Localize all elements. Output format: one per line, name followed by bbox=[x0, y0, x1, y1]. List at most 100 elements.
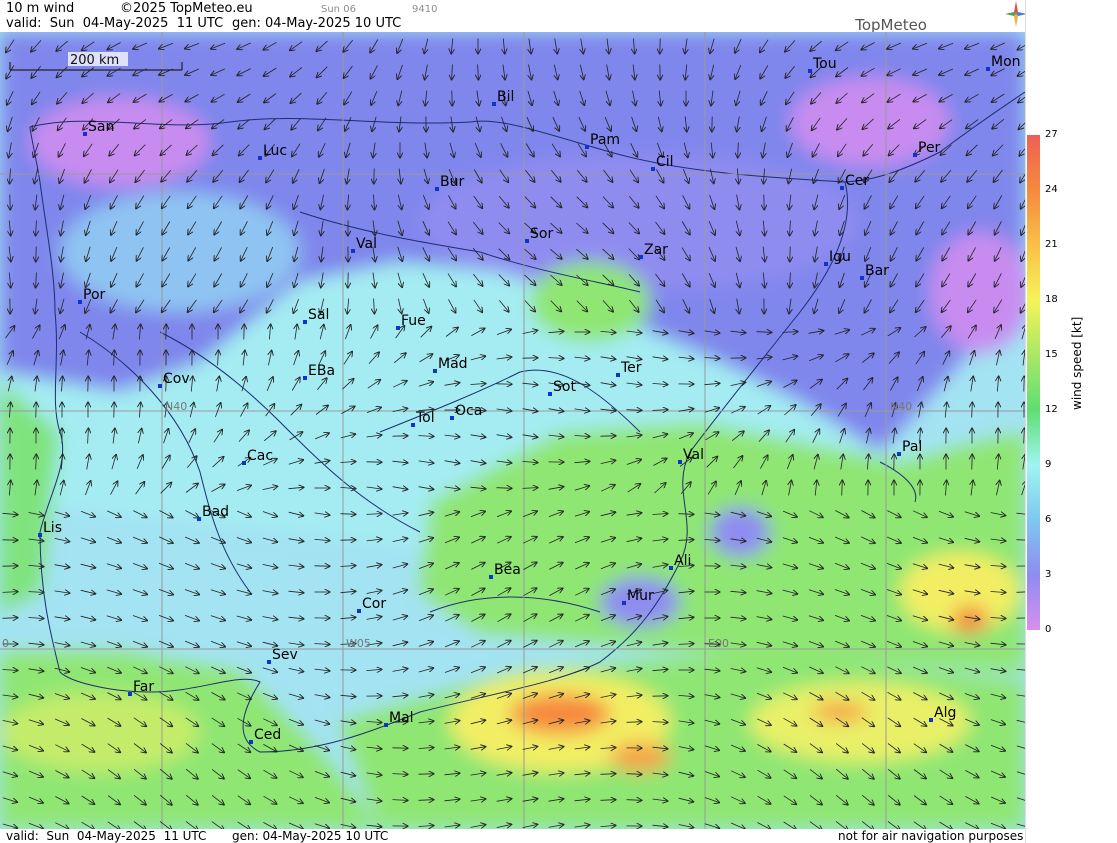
city-label: Mur bbox=[627, 588, 654, 604]
footer-valid-time: valid: Sun 04-May-2025 11 UTC bbox=[6, 829, 207, 843]
copyright: ©2025 TopMeteo.eu bbox=[120, 1, 253, 16]
legend-unit: wind speed [kt] bbox=[1070, 316, 1084, 410]
city-label: Tol bbox=[415, 410, 435, 426]
city-dot bbox=[38, 533, 42, 537]
city-dot bbox=[303, 376, 307, 380]
grid-label-n40-west: N40 bbox=[165, 400, 187, 413]
city-dot bbox=[351, 249, 355, 253]
city-marker: San bbox=[83, 119, 114, 136]
legend-tick: 3 bbox=[1045, 569, 1052, 580]
legend-tick: 6 bbox=[1045, 514, 1052, 525]
city-marker: EBa bbox=[303, 363, 335, 380]
header: 10 m wind ©2025 TopMeteo.eu Sun 06 9410 … bbox=[0, 0, 1027, 34]
city-label: Cer bbox=[845, 173, 869, 189]
wind-speed-field bbox=[0, 32, 1025, 829]
city-dot bbox=[433, 369, 437, 373]
grid-label-n40-east: N40 bbox=[890, 400, 912, 413]
wind-map[interactable]: N40 N40 W05 E00 0 200 km San Luc Bil Pam Cil… bbox=[0, 32, 1025, 829]
city-dot bbox=[303, 320, 307, 324]
city-dot bbox=[548, 392, 552, 396]
legend-tick: 9 bbox=[1045, 459, 1052, 470]
city-label: Sot bbox=[553, 379, 576, 395]
city-label: Sev bbox=[272, 647, 298, 663]
legend-tick: 21 bbox=[1045, 239, 1058, 250]
city-dot bbox=[396, 326, 400, 330]
legend-tick: 18 bbox=[1045, 294, 1058, 305]
city-label: Cov bbox=[163, 371, 190, 387]
compass-star-icon bbox=[1005, 1, 1027, 27]
city-dot bbox=[913, 153, 917, 157]
footer: valid: Sun 04-May-2025 11 UTC gen: 04-Ma… bbox=[0, 829, 1025, 843]
legend: 27 24 21 18 15 12 9 6 3 0 wind speed [kt] bbox=[1025, 0, 1117, 843]
city-label: Cil bbox=[656, 154, 674, 170]
city-marker: Ced bbox=[249, 727, 281, 744]
city-label: Ter bbox=[620, 360, 642, 376]
city-label: Zar bbox=[644, 242, 668, 258]
city-dot bbox=[860, 276, 864, 280]
city-label: EBa bbox=[308, 363, 335, 379]
city-marker: Per bbox=[913, 140, 941, 157]
legend-tick: 24 bbox=[1045, 184, 1058, 195]
city-dot bbox=[897, 452, 901, 456]
disclaimer: not for air navigation purposes bbox=[838, 829, 1024, 843]
product-title: 10 m wind bbox=[6, 1, 75, 16]
gen-time: gen: 04-May-2025 10 UTC bbox=[232, 16, 402, 31]
city-dot bbox=[808, 69, 812, 73]
grid-label-w05: W05 bbox=[346, 637, 371, 650]
city-dot bbox=[197, 517, 201, 521]
city-dot bbox=[78, 300, 82, 304]
city-marker: Sot bbox=[548, 379, 576, 396]
city-dot bbox=[986, 67, 990, 71]
city-dot bbox=[450, 416, 454, 420]
city-label: Por bbox=[83, 287, 106, 303]
city-marker: Sor bbox=[525, 226, 553, 243]
city-label: Ali bbox=[674, 553, 691, 569]
city-label: Far bbox=[133, 679, 154, 695]
city-marker: Cor bbox=[357, 596, 386, 613]
city-marker: Igu bbox=[824, 249, 851, 266]
city-dot bbox=[585, 145, 589, 149]
city-marker: Tou bbox=[808, 56, 837, 73]
grid-label-lon0: 0 bbox=[2, 637, 9, 650]
city-dot bbox=[267, 660, 271, 664]
city-label: Sal bbox=[308, 307, 329, 323]
footer-gen-time: gen: 04-May-2025 10 UTC bbox=[232, 829, 389, 843]
city-marker: Pam bbox=[585, 132, 620, 149]
run-code: 9410 bbox=[412, 4, 438, 15]
city-marker: Alg bbox=[929, 705, 956, 722]
city-label: Val bbox=[356, 236, 377, 252]
city-dot bbox=[83, 132, 87, 136]
city-label: Cor bbox=[362, 596, 386, 612]
city-dot bbox=[525, 239, 529, 243]
city-marker: Bad bbox=[197, 504, 229, 521]
day-code: Sun 06 bbox=[321, 4, 356, 15]
city-dot bbox=[492, 102, 496, 106]
city-label: Bil bbox=[497, 89, 514, 105]
city-label: Pam bbox=[590, 132, 620, 148]
city-label: Ced bbox=[254, 727, 281, 743]
city-label: Luc bbox=[263, 143, 287, 159]
city-label: Alg bbox=[934, 705, 956, 721]
city-dot bbox=[678, 460, 682, 464]
city-label: Bad bbox=[202, 504, 229, 520]
city-label: Bar bbox=[865, 263, 889, 279]
city-dot bbox=[489, 575, 493, 579]
city-marker: Bea bbox=[489, 562, 521, 579]
city-dot bbox=[929, 718, 933, 722]
valid-time: valid: Sun 04-May-2025 11 UTC bbox=[6, 16, 224, 31]
city-marker: Por bbox=[78, 287, 106, 304]
city-label: Bea bbox=[494, 562, 521, 578]
city-label: Mal bbox=[389, 710, 414, 726]
city-label: Pal bbox=[902, 439, 922, 455]
city-marker: Mur bbox=[622, 588, 654, 605]
grid-label-e00: E00 bbox=[708, 637, 729, 650]
legend-color-bar bbox=[1027, 135, 1040, 630]
city-dot bbox=[357, 609, 361, 613]
city-dot bbox=[158, 384, 162, 388]
city-marker: Bar bbox=[860, 263, 889, 280]
legend-tick: 12 bbox=[1045, 404, 1058, 415]
scale-bar-label: 200 km bbox=[70, 53, 119, 68]
city-dot bbox=[824, 262, 828, 266]
city-marker: Cov bbox=[158, 371, 190, 388]
city-marker: Bur bbox=[435, 174, 464, 191]
